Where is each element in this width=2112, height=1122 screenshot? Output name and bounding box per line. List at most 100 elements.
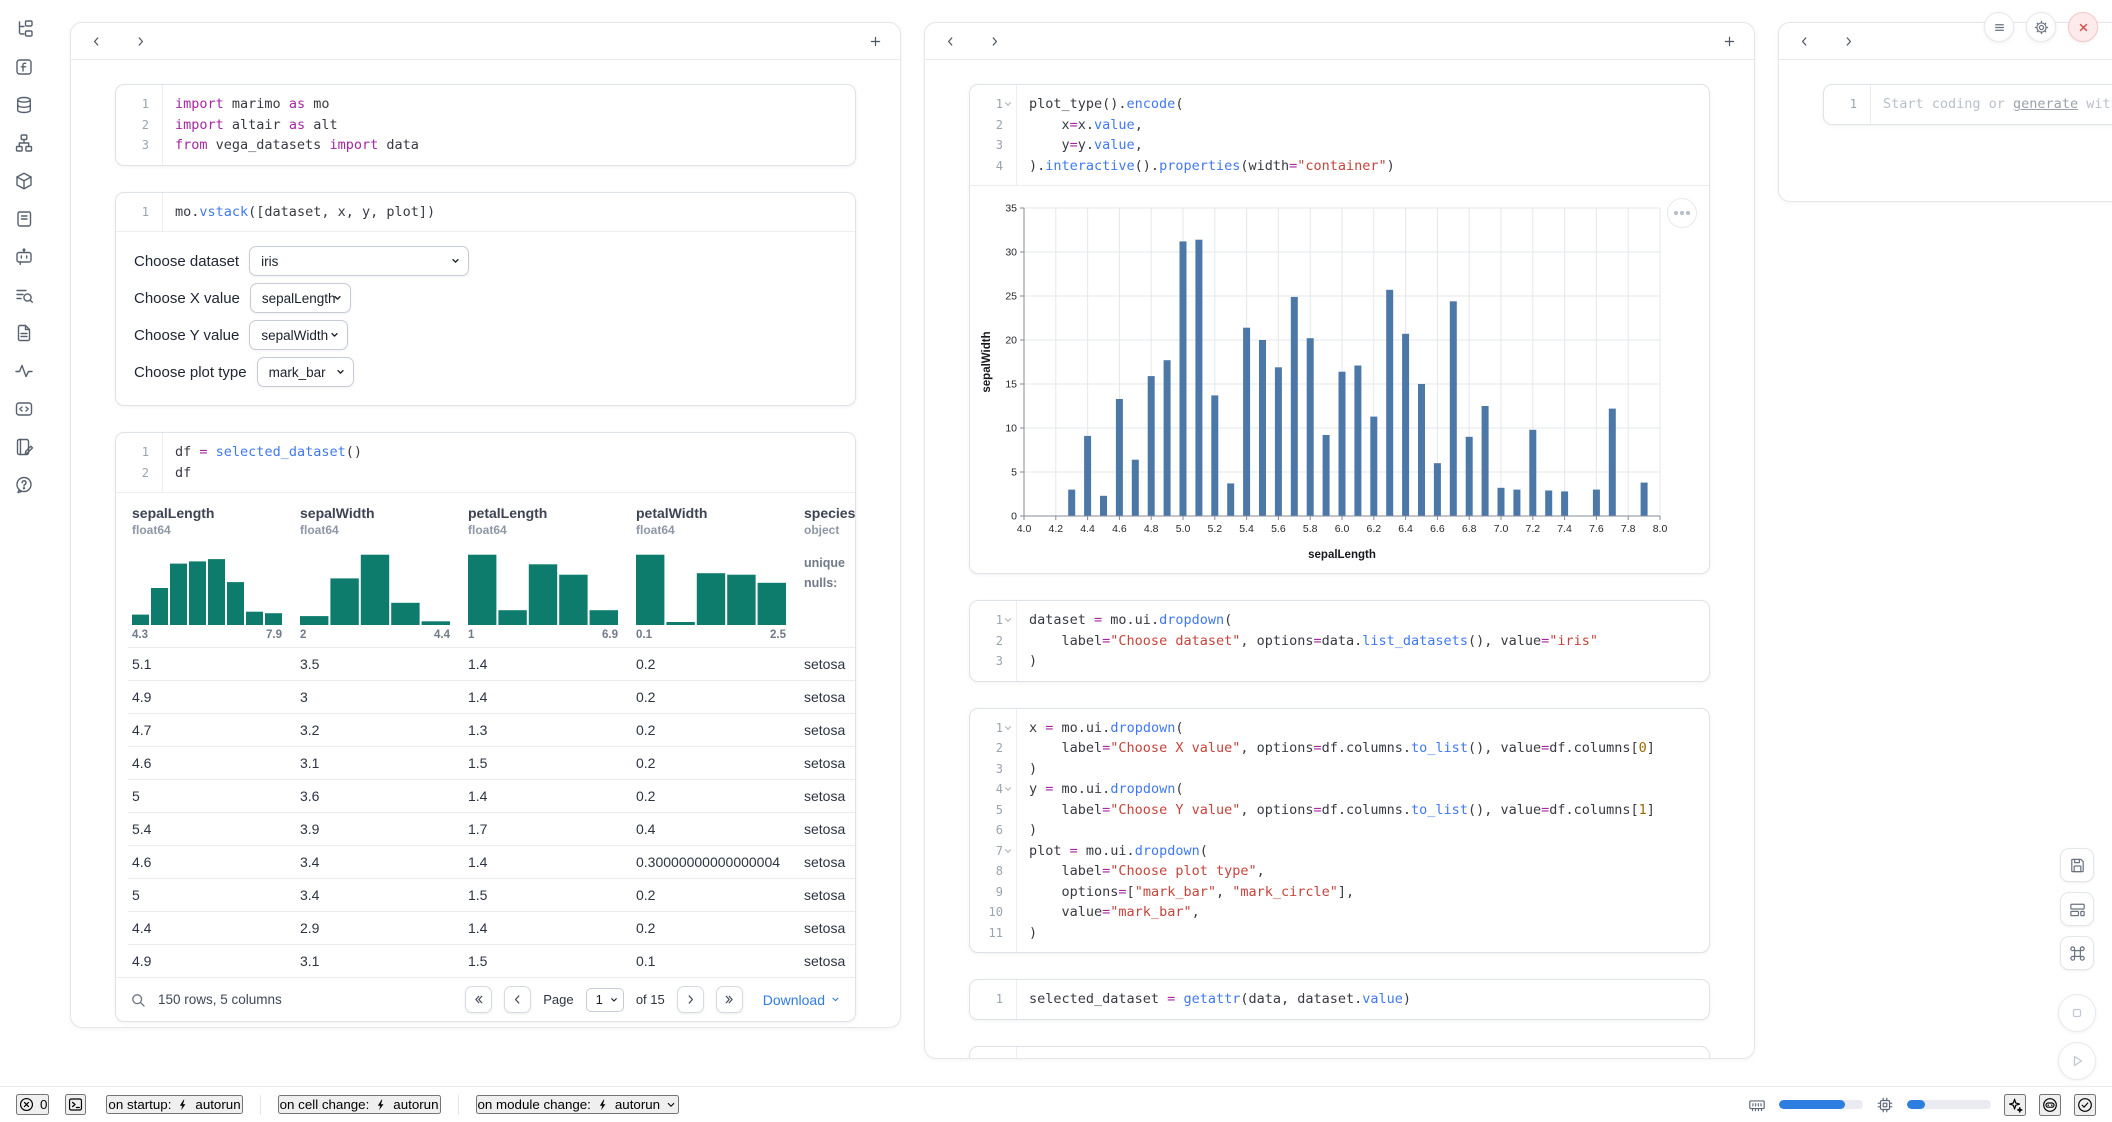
terminal-button[interactable] [65, 1094, 86, 1115]
gutter-divider [1016, 85, 1017, 185]
sidebar-logs-button[interactable] [9, 204, 39, 234]
add-cell-button[interactable] [866, 32, 884, 50]
column-header-sepalLength[interactable]: sepalLengthfloat644.37.9 [128, 493, 296, 648]
table-cell: 3.4 [296, 879, 464, 912]
run-button[interactable] [2058, 1042, 2096, 1080]
settings-button[interactable] [2026, 12, 2056, 42]
last-page-button[interactable] [716, 986, 743, 1013]
code-editor[interactable]: 1Start coding or generate with AI [1824, 85, 2112, 124]
chevron-down-icon [450, 256, 461, 267]
line-number: 1 [970, 992, 1016, 1006]
code-editor[interactable]: 1dataset = mo.ui.dropdown(2 label="Choos… [970, 601, 1709, 681]
code-editor[interactable]: 1x = mo.ui.dropdown(2 label="Choose X va… [970, 709, 1709, 953]
chevron-left-icon [90, 35, 103, 48]
fold-chevron-icon[interactable] [1003, 724, 1012, 732]
code-editor[interactable]: 1df = selected_dataset()2df [116, 433, 855, 492]
dropdown-select-mark_bar[interactable]: mark_bar [257, 357, 354, 387]
menu-button[interactable] [1984, 12, 2014, 42]
column-header-sepalWidth[interactable]: sepalWidthfloat6424.4 [296, 493, 464, 648]
table-row[interactable]: 53.61.40.2setosa [128, 780, 855, 813]
bolt-icon [374, 1098, 388, 1112]
chevron-right-icon [134, 35, 147, 48]
column-header-petalWidth[interactable]: petalWidthfloat640.12.5 [632, 493, 800, 648]
column-back-button[interactable] [941, 32, 959, 50]
table-scroll-area[interactable]: sepalLengthfloat644.37.9sepalWidthfloat6… [116, 493, 855, 977]
sidebar-documentation-button[interactable] [9, 318, 39, 348]
ai-assist-button[interactable] [2004, 1094, 2026, 1116]
table-row[interactable]: 4.93.11.50.1setosa [128, 945, 855, 978]
table-row[interactable]: 4.42.91.40.2setosa [128, 912, 855, 945]
column-forward-button[interactable] [1839, 32, 1857, 50]
line-number: 3 [970, 654, 1016, 668]
fold-chevron-icon[interactable] [1003, 785, 1012, 793]
sepal-bar-chart[interactable]: 4.04.24.44.64.85.05.25.45.65.86.06.26.46… [978, 196, 1674, 564]
fold-chevron-icon[interactable] [1003, 616, 1012, 624]
stop-button[interactable] [2058, 994, 2096, 1032]
column-forward-button[interactable] [131, 32, 149, 50]
download-button[interactable]: Download [763, 992, 841, 1008]
dropdown-select-sepalWidth[interactable]: sepalWidth [249, 320, 348, 350]
page-select[interactable]: 1 [586, 988, 624, 1012]
code-editor[interactable]: 1mo.vstack([dataset, x, y, plot]) [116, 193, 855, 232]
run-config-1[interactable]: on startup:autorun [106, 1095, 242, 1114]
next-page-button[interactable] [677, 986, 704, 1013]
code-editor[interactable]: 1selected_dataset = getattr(data, datase… [970, 980, 1709, 1019]
sidebar-snippets-button[interactable] [9, 280, 39, 310]
column-back-button[interactable] [87, 32, 105, 50]
table-cell: setosa [800, 912, 855, 945]
column-histogram [636, 549, 786, 625]
run-config-2[interactable]: on cell change:autorun [278, 1095, 441, 1114]
code-editor[interactable]: 1plot_type().encode(2 x=x.value,3 y=y.va… [970, 85, 1709, 185]
chart-menu-button[interactable] [1667, 198, 1697, 228]
fold-chevron-icon[interactable] [1003, 100, 1012, 108]
column-header-petalLength[interactable]: petalLengthfloat6416.9 [464, 493, 632, 648]
code-editor[interactable]: 1plot_type = getattr(alt.Chart(df), plot… [970, 1047, 1709, 1060]
previous-page-button[interactable] [504, 986, 531, 1013]
sidebar-ai-chat-button[interactable] [9, 242, 39, 272]
column-name: sepalWidth [300, 505, 454, 521]
close-button[interactable] [2068, 12, 2098, 42]
errors-button[interactable]: 0 [16, 1094, 49, 1115]
dropdown-select-sepalLength[interactable]: sepalLength [250, 283, 351, 313]
sidebar-file-explorer-button[interactable] [9, 14, 39, 44]
dropdown-select-iris[interactable]: iris [249, 246, 469, 276]
table-row[interactable]: 4.63.41.40.30000000000000004setosa [128, 846, 855, 879]
code-text: label="Choose X value", options=df.colum… [1016, 740, 1655, 756]
sidebar-outline-button[interactable] [9, 394, 39, 424]
sidebar-tracing-button[interactable] [9, 356, 39, 386]
table-row[interactable]: 53.41.50.2setosa [128, 879, 855, 912]
column-back-button[interactable] [1795, 32, 1813, 50]
code-editor[interactable]: 1import marimo as mo2import altair as al… [116, 85, 855, 165]
generate-with-ai-link[interactable]: generate [2013, 96, 2078, 112]
code-text: ) [1016, 822, 1037, 838]
table-row[interactable]: 5.13.51.40.2setosa [128, 648, 855, 681]
table-row[interactable]: 4.73.21.30.2setosa [128, 714, 855, 747]
control-row: Choose X valuesepalLength [134, 283, 837, 313]
sidebar-variables-button[interactable] [9, 52, 39, 82]
run-config-3[interactable]: on module change:autorun [476, 1095, 680, 1114]
table-row[interactable]: 4.931.40.2setosa [128, 681, 855, 714]
add-cell-button[interactable] [1720, 32, 1738, 50]
table-row[interactable]: 5.43.91.70.4setosa [128, 813, 855, 846]
table-row[interactable]: 4.63.11.50.2setosa [128, 747, 855, 780]
sidebar-scratchpad-button[interactable] [9, 432, 39, 462]
copilot-button[interactable] [2039, 1094, 2061, 1116]
control-label: Choose dataset [134, 253, 239, 270]
keyboard-shortcuts-button[interactable] [2060, 936, 2094, 970]
sidebar-datasources-button[interactable] [9, 90, 39, 120]
column-header-species[interactable]: speciesobjectuniquenulls: [800, 493, 855, 648]
connection-status-button[interactable] [2074, 1094, 2096, 1116]
fold-chevron-icon[interactable] [1003, 847, 1012, 855]
sidebar-help-button[interactable] [9, 470, 39, 500]
dropdown-value: iris [261, 254, 278, 269]
code-line: 1mo.vstack([dataset, x, y, plot]) [116, 202, 855, 223]
sidebar-dependency-graph-button[interactable] [9, 128, 39, 158]
notebook-column-1: 1import marimo as mo2import altair as al… [70, 22, 901, 1028]
layout-button[interactable] [2060, 892, 2094, 926]
column-forward-button[interactable] [985, 32, 1003, 50]
control-row: Choose dataset iris [134, 246, 837, 276]
sidebar-packages-button[interactable] [9, 166, 39, 196]
save-button[interactable] [2060, 848, 2094, 882]
first-page-button[interactable] [465, 986, 492, 1013]
search-icon[interactable] [130, 992, 146, 1008]
